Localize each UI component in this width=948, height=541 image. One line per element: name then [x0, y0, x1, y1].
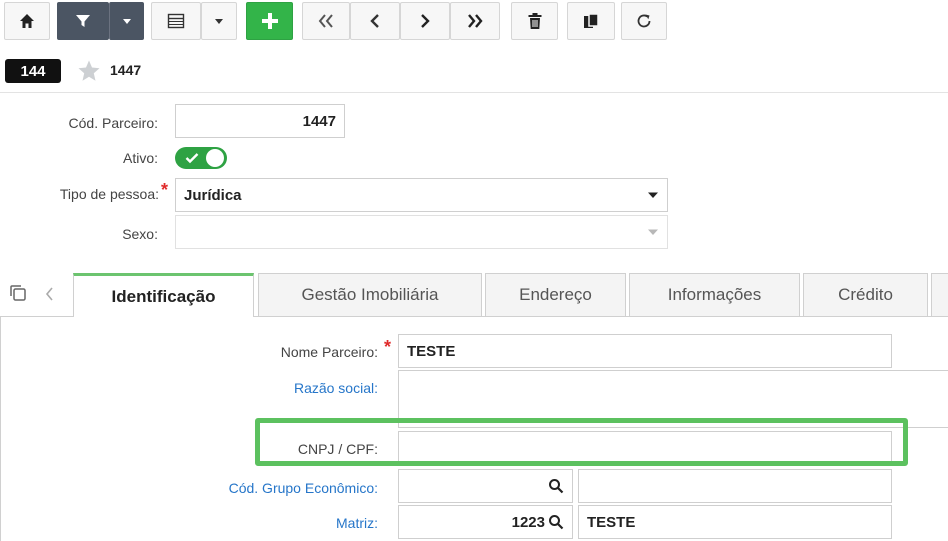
tab-gestao-imobiliaria[interactable]: Gestão Imobiliária — [258, 273, 482, 317]
refresh-button[interactable] — [621, 2, 667, 40]
delete-button[interactable] — [511, 2, 558, 40]
nome-parceiro-input[interactable]: TESTE — [398, 334, 892, 368]
grupo-economico-description — [578, 469, 892, 503]
grid-view-button[interactable] — [151, 2, 201, 40]
matriz-description: TESTE — [578, 505, 892, 539]
chevron-left-icon — [370, 14, 379, 28]
tab-informacoes[interactable]: Informações — [629, 273, 800, 317]
record-count-badge: 144 — [5, 59, 61, 83]
check-icon — [185, 153, 199, 164]
nome-parceiro-label: Nome Parceiro: — [280, 344, 378, 360]
matriz-value: 1223 — [511, 513, 545, 531]
matriz-input[interactable]: 1223 — [398, 505, 573, 539]
ativo-toggle[interactable] — [175, 147, 227, 169]
tab-more[interactable] — [931, 273, 948, 317]
sexo-label: Sexo: — [122, 226, 158, 242]
first-record-button[interactable] — [302, 2, 350, 40]
filter-dropdown-button[interactable] — [109, 2, 144, 40]
filter-icon — [76, 15, 90, 27]
next-record-button[interactable] — [400, 2, 450, 40]
panel-border — [0, 316, 73, 317]
cod-parceiro-label: Cód. Parceiro: — [68, 115, 158, 131]
add-button[interactable] — [246, 2, 293, 40]
view-dropdown-button[interactable] — [201, 2, 237, 40]
grupo-economico-input[interactable] — [398, 469, 573, 503]
chevron-right-icon — [421, 14, 430, 28]
grupo-economico-label[interactable]: Cód. Grupo Econômico: — [229, 480, 378, 496]
search-icon[interactable] — [548, 514, 564, 530]
home-icon — [20, 14, 34, 28]
panel-border — [254, 316, 948, 317]
plus-icon — [261, 13, 278, 29]
tab-identificacao[interactable]: Identificação — [73, 273, 254, 317]
cnpj-cpf-highlight — [255, 418, 908, 466]
caret-down-icon — [215, 19, 223, 24]
panel-left-border — [0, 316, 1, 541]
previous-record-button[interactable] — [350, 2, 400, 40]
header-divider — [0, 92, 948, 93]
duplicate-button[interactable] — [567, 2, 615, 40]
toggle-knob — [206, 149, 224, 167]
double-chevron-right-icon — [468, 14, 483, 28]
table-icon — [167, 13, 185, 29]
required-asterisk: * — [161, 180, 169, 200]
caret-down-icon — [648, 229, 658, 235]
tipo-pessoa-label: Tipo de pessoa: — [59, 186, 159, 202]
home-button[interactable] — [4, 2, 50, 40]
tipo-pessoa-select[interactable]: Jurídica — [175, 178, 668, 212]
cod-parceiro-input[interactable]: 1447 — [175, 104, 345, 138]
double-chevron-left-icon — [318, 14, 333, 28]
tabs-scroll-left-icon[interactable] — [45, 286, 55, 302]
caret-down-icon — [122, 19, 131, 24]
last-record-button[interactable] — [450, 2, 500, 40]
ativo-label: Ativo: — [122, 150, 158, 166]
filter-button[interactable] — [57, 2, 109, 40]
matriz-label[interactable]: Matriz: — [336, 515, 378, 531]
sexo-select[interactable] — [175, 215, 668, 249]
tipo-pessoa-value: Jurídica — [184, 186, 242, 204]
search-icon[interactable] — [548, 478, 564, 494]
tabs-overview-icon[interactable] — [9, 284, 27, 302]
refresh-icon — [637, 14, 651, 28]
tab-credito[interactable]: Crédito — [803, 273, 928, 317]
record-id: 1447 — [110, 62, 142, 78]
razao-social-label[interactable]: Razão social: — [294, 380, 378, 396]
star-icon[interactable] — [76, 59, 102, 83]
caret-down-icon — [648, 192, 658, 198]
trash-icon — [528, 13, 541, 29]
tab-endereco[interactable]: Endereço — [485, 273, 626, 317]
required-asterisk: * — [384, 337, 392, 357]
copy-icon — [584, 13, 599, 28]
